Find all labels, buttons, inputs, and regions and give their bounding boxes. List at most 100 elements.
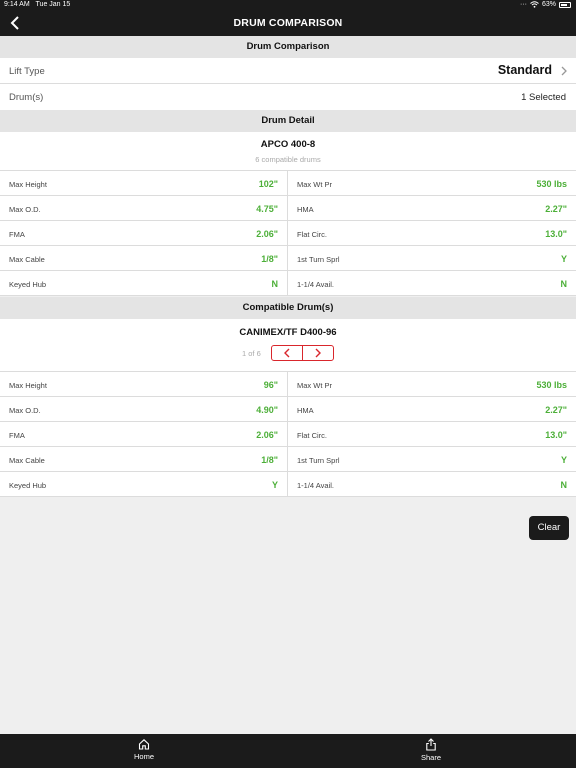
spec-value: 13.0" — [545, 229, 567, 239]
spec-value: Y — [560, 455, 567, 465]
spec-row: FMA 2.06" Flat Circ. 13.0" — [0, 422, 576, 447]
spec-cell: Max Height 102" — [0, 171, 288, 196]
drum-compatible-count: 6 compatible drums — [255, 155, 321, 164]
spec-cell: 1st Turn Sprl Y — [288, 246, 576, 271]
next-button[interactable] — [303, 346, 333, 360]
compatible-drum-block: CANIMEX/TF D400-96 1 of 6 — [0, 319, 576, 372]
spec-value: 530 lbs — [536, 179, 567, 189]
spec-value: 4.75" — [256, 204, 278, 214]
tab-home[interactable]: Home — [114, 738, 174, 761]
spec-cell: FMA 2.06" — [0, 221, 288, 246]
battery-percent: 63% — [541, 1, 556, 8]
spec-cell: Max Wt Pr 530 lbs — [288, 171, 576, 196]
status-date: Tue Jan 15 — [35, 1, 71, 8]
pager-count: 1 of 6 — [242, 349, 261, 358]
drum-detail-block: APCO 400-8 6 compatible drums — [0, 132, 576, 171]
status-time: 9:14 AM Tue Jan 15 — [4, 1, 71, 8]
spec-cell: Max Cable 1/8" — [0, 447, 288, 472]
lift-type-label: Lift Type — [9, 66, 45, 77]
tab-share-label: Share — [420, 753, 441, 762]
spec-value: 1/8" — [261, 455, 278, 465]
spec-row: Max O.D. 4.90" HMA 2.27" — [0, 397, 576, 422]
drum-detail-grid: Max Height 102" Max Wt Pr 530 lbs Max O.D. 4.… — [0, 171, 576, 296]
spec-label: Flat Circ. — [297, 431, 327, 440]
drum-name: APCO 400-8 — [260, 139, 316, 150]
spec-value: 4.90" — [256, 405, 278, 415]
drums-label: Drum(s) — [9, 92, 44, 103]
lift-type-value: Standard — [497, 63, 552, 77]
spec-cell: Max O.D. 4.75" — [0, 196, 288, 221]
spec-cell: HMA 2.27" — [288, 196, 576, 221]
pager-buttons — [271, 345, 334, 361]
spec-cell: Flat Circ. 13.0" — [288, 221, 576, 246]
chevron-left-icon — [284, 348, 290, 358]
spec-cell: Max Height 96" — [0, 372, 288, 397]
pager: 1 of 6 — [0, 345, 576, 363]
spec-value: 2.06" — [256, 430, 278, 440]
spec-label: FMA — [9, 230, 25, 239]
share-icon — [426, 738, 436, 751]
tab-share[interactable]: Share — [401, 738, 461, 762]
spec-row: Keyed Hub Y 1-1/4 Avail. N — [0, 472, 576, 497]
spec-cell: Flat Circ. 13.0" — [288, 422, 576, 447]
drums-value: 1 Selected — [521, 92, 566, 103]
spec-cell: 1st Turn Sprl Y — [288, 447, 576, 472]
spec-value: 530 lbs — [536, 380, 567, 390]
nav-bar: DRUM COMPARISON — [0, 11, 576, 36]
drums-row[interactable]: Drum(s) 1 Selected — [0, 84, 576, 110]
spec-row: Max Height 102" Max Wt Pr 530 lbs — [0, 171, 576, 196]
spec-label: HMA — [297, 406, 314, 415]
compatible-drum-name: CANIMEX/TF D400-96 — [239, 327, 337, 338]
spec-label: Max Height — [9, 381, 47, 390]
spec-row: Max Height 96" Max Wt Pr 530 lbs — [0, 372, 576, 397]
spec-row: Keyed Hub N 1-1/4 Avail. N — [0, 271, 576, 296]
spec-cell: Keyed Hub Y — [0, 472, 288, 497]
prev-button[interactable] — [272, 346, 303, 360]
spec-cell: HMA 2.27" — [288, 397, 576, 422]
clear-button[interactable]: Clear — [529, 516, 569, 540]
spec-value: 13.0" — [545, 430, 567, 440]
spec-value: N — [560, 279, 568, 289]
section-header-comparison: Drum Comparison — [0, 36, 576, 58]
battery-icon — [559, 1, 571, 8]
spec-cell: Keyed Hub N — [0, 271, 288, 296]
spec-value: N — [271, 279, 279, 289]
chevron-right-icon — [561, 66, 567, 76]
home-icon — [138, 739, 150, 750]
spec-cell: Max Wt Pr 530 lbs — [288, 372, 576, 397]
spec-label: 1st Turn Sprl — [297, 456, 340, 465]
spec-value: N — [560, 480, 568, 490]
spec-row: FMA 2.06" Flat Circ. 13.0" — [0, 221, 576, 246]
spec-label: 1st Turn Sprl — [297, 255, 340, 264]
spec-label: HMA — [297, 205, 314, 214]
spec-label: 1-1/4 Avail. — [297, 481, 334, 490]
spec-value: Y — [560, 254, 567, 264]
spec-cell: 1-1/4 Avail. N — [288, 271, 576, 296]
spec-cell: Max Cable 1/8" — [0, 246, 288, 271]
spec-value: 2.27" — [545, 405, 567, 415]
spec-label: Max Wt Pr — [297, 381, 332, 390]
spec-label: 1-1/4 Avail. — [297, 280, 334, 289]
spec-cell: FMA 2.06" — [0, 422, 288, 447]
spec-label: Max O.D. — [9, 205, 41, 214]
spec-cell: Max O.D. 4.90" — [0, 397, 288, 422]
spec-label: Max O.D. — [9, 406, 41, 415]
spec-label: Max Cable — [9, 456, 45, 465]
status-bar: 9:14 AM Tue Jan 15 ··· 63% — [0, 0, 576, 11]
spec-label: Flat Circ. — [297, 230, 327, 239]
spec-label: Keyed Hub — [9, 481, 47, 490]
spec-label: FMA — [9, 431, 25, 440]
spec-label: Max Wt Pr — [297, 180, 332, 189]
spec-label: Max Cable — [9, 255, 45, 264]
tab-home-label: Home — [133, 752, 154, 761]
compatible-drum-grid: Max Height 96" Max Wt Pr 530 lbs Max O.D. 4.9… — [0, 372, 576, 497]
spec-label: Keyed Hub — [9, 280, 47, 289]
lift-type-row[interactable]: Lift Type Standard — [0, 58, 576, 84]
chevron-right-icon — [315, 348, 321, 358]
cellular-dots-icon: ··· — [519, 1, 527, 8]
wifi-icon — [530, 1, 539, 8]
spec-value: 2.06" — [256, 229, 278, 239]
spec-value: Y — [271, 480, 278, 490]
spec-row: Max Cable 1/8" 1st Turn Sprl Y — [0, 447, 576, 472]
spec-row: Max Cable 1/8" 1st Turn Sprl Y — [0, 246, 576, 271]
